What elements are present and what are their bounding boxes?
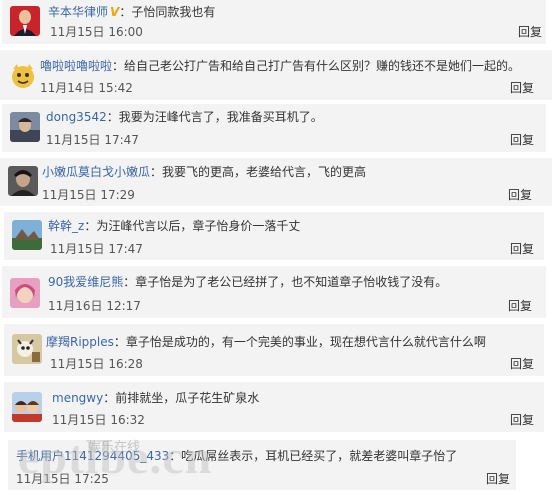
avatar[interactable] xyxy=(12,220,42,250)
username-link[interactable]: 辛本华律师 xyxy=(48,5,108,19)
comment-row: mengwy：前排就坐，瓜子花生矿泉水 11月15日 16:32 回复 xyxy=(4,382,544,432)
avatar[interactable] xyxy=(10,6,40,36)
comment-body: ：我要飞的更高，老婆给代言，飞的更高 xyxy=(150,165,367,179)
comment-text: 辛本华律师 V：子怡同款我也有 xyxy=(48,4,215,20)
comment-body: ：章子怡是成功的，有一个完美的事业，现在想代言什么就代言什么啊 xyxy=(113,335,486,349)
username-link[interactable]: 小嫩瓜莫白戈小嫩瓜 xyxy=(42,165,150,179)
comment-body: ：章子怡是为了老公已经拼了，也不知道章子怡收钱了没有。 xyxy=(123,275,448,289)
timestamp: 11月14日 15:42 xyxy=(40,81,133,95)
timestamp: 11月15日 17:29 xyxy=(42,188,135,202)
reply-button[interactable]: 回复 xyxy=(510,357,534,371)
verified-badge-icon: V xyxy=(110,5,120,19)
comment-text: 手机用户1141294405_433：吃瓜屌丝表示，耳机已经买了，就差老婆叫章子… xyxy=(16,448,457,464)
comment-row: 小嫩瓜莫白戈小嫩瓜：我要飞的更高，老婆给代言，飞的更高 11月15日 17:29… xyxy=(0,158,552,206)
avatar[interactable] xyxy=(12,334,42,364)
comment-text: 小嫩瓜莫白戈小嫩瓜：我要飞的更高，老婆给代言，飞的更高 xyxy=(42,164,366,180)
comment-row: 幹幹_z：为汪峰代言以后，章子怡身价一落千丈 11月15日 17:47 回复 xyxy=(4,212,544,260)
timestamp: 11月15日 16:00 xyxy=(50,25,143,39)
comment-body: ：我要为汪峰代言了，我准备买耳机了。 xyxy=(106,110,323,124)
timestamp: 11月15日 17:47 xyxy=(46,133,139,147)
comment-body: ：子怡同款我也有 xyxy=(119,5,216,19)
comment-body: ：前排就坐，瓜子花生矿泉水 xyxy=(103,391,260,405)
comment-body: ：吃瓜屌丝表示，耳机已经买了，就差老婆叫章子怡了 xyxy=(169,449,458,463)
comment-row: 手机用户1141294405_433：吃瓜屌丝表示，耳机已经买了，就差老婆叫章子… xyxy=(8,440,516,490)
username-link[interactable]: 手机用户1141294405_433 xyxy=(16,449,169,463)
avatar[interactable] xyxy=(8,166,38,196)
avatar[interactable] xyxy=(10,278,40,308)
comment-text: mengwy：前排就坐，瓜子花生矿泉水 xyxy=(52,390,259,406)
comment-text: 嚕啦啦嚕啦啦：给自己老公打广告和给自己打广告有什么区别？赚的钱还不是她们一起的。 xyxy=(40,58,520,74)
username-link[interactable]: 幹幹_z xyxy=(48,219,84,233)
avatar[interactable] xyxy=(12,392,42,422)
timestamp: 11月16日 12:17 xyxy=(48,299,141,313)
comment-text: 幹幹_z：为汪峰代言以后，章子怡身价一落千丈 xyxy=(48,218,300,234)
comment-text: 摩羯Ripples：章子怡是成功的，有一个完美的事业，现在想代言什么就代言什么啊 xyxy=(46,334,486,350)
reply-button[interactable]: 回复 xyxy=(510,81,534,95)
comment-row: 辛本华律师 V：子怡同款我也有 11月15日 16:00 回复 xyxy=(2,0,546,44)
username-link[interactable]: dong3542 xyxy=(46,110,107,124)
timestamp: 11月15日 17:47 xyxy=(50,242,143,256)
timestamp: 11月15日 17:25 xyxy=(16,472,109,486)
username-link[interactable]: 90我爱维尼熊 xyxy=(48,275,123,289)
reply-button[interactable]: 回复 xyxy=(508,188,532,202)
reply-button[interactable]: 回复 xyxy=(486,472,510,486)
username-link[interactable]: mengwy xyxy=(52,391,103,405)
comment-text: 90我爱维尼熊：章子怡是为了老公已经拼了，也不知道章子怡收钱了没有。 xyxy=(48,274,447,290)
timestamp: 11月15日 16:28 xyxy=(50,357,143,371)
reply-button[interactable]: 回复 xyxy=(510,133,534,147)
comment-body: ：为汪峰代言以后，章子怡身价一落千丈 xyxy=(84,219,301,233)
username-link[interactable]: 摩羯Ripples xyxy=(46,335,114,349)
comment-text: dong3542：我要为汪峰代言了，我准备买耳机了。 xyxy=(46,109,323,125)
username-link[interactable]: 嚕啦啦嚕啦啦 xyxy=(40,59,112,73)
comment-body: ：给自己老公打广告和给自己打广告有什么区别？赚的钱还不是她们一起的。 xyxy=(112,59,521,73)
comment-row: 摩羯Ripples：章子怡是成功的，有一个完美的事业，现在想代言什么就代言什么啊… xyxy=(4,324,544,376)
avatar[interactable] xyxy=(8,60,38,90)
timestamp: 11月15日 16:32 xyxy=(52,413,145,427)
avatar[interactable] xyxy=(10,112,40,142)
reply-button[interactable]: 回复 xyxy=(518,25,542,39)
reply-button[interactable]: 回复 xyxy=(510,242,534,256)
comment-row: 嚕啦啦嚕啦啦：给自己老公打广告和给自己打广告有什么区别？赚的钱还不是她们一起的。… xyxy=(0,50,552,100)
comment-row: 90我爱维尼熊：章子怡是为了老公已经拼了，也不知道章子怡收钱了没有。 11月16… xyxy=(2,266,546,318)
reply-button[interactable]: 回复 xyxy=(510,413,534,427)
comment-row: dong3542：我要为汪峰代言了，我准备买耳机了。 11月15日 17:47 … xyxy=(2,104,546,152)
reply-button[interactable]: 回复 xyxy=(508,299,532,313)
